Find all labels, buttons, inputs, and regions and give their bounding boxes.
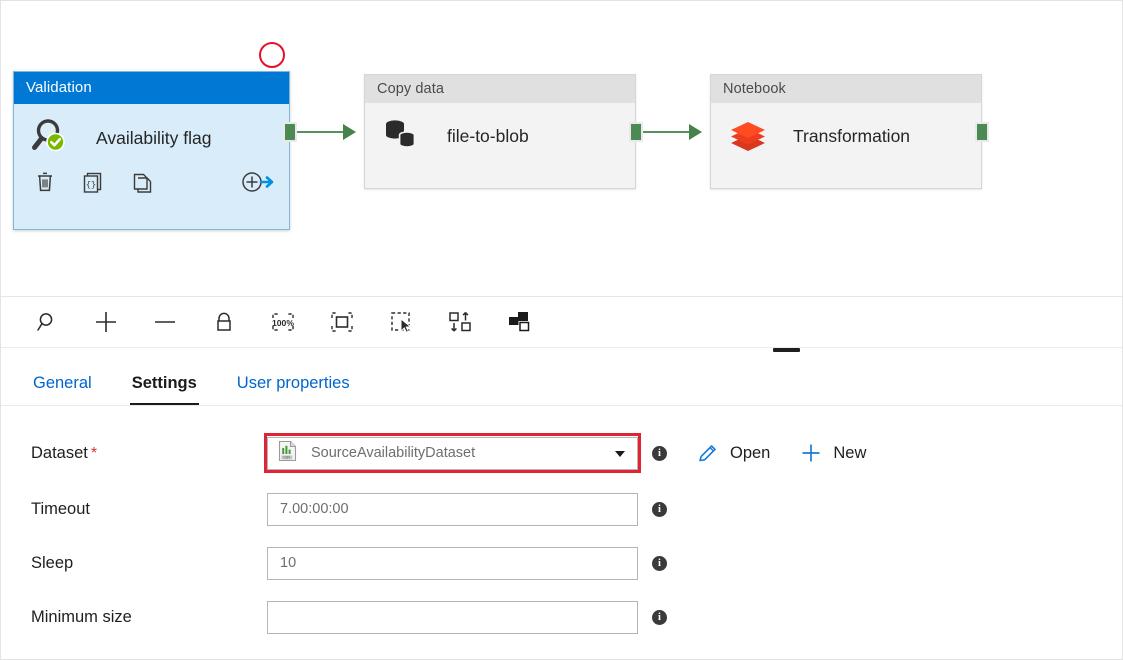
dataset-value: SourceAvailabilityDataset: [311, 445, 476, 461]
dataset-label: Dataset *: [31, 443, 98, 462]
node-type-label: Notebook: [711, 75, 981, 103]
node-body: file-to-blob: [365, 103, 635, 170]
sleep-input[interactable]: 10: [267, 546, 638, 580]
tab-user-properties[interactable]: User properties: [235, 374, 352, 405]
form-row-minimum-size: Minimum size i: [31, 600, 1122, 634]
zoom-search-icon[interactable]: [25, 302, 69, 342]
node-type-label: Copy data: [365, 75, 635, 103]
node-type-label: Validation: [14, 72, 289, 104]
form-row-timeout: Timeout 7.00:00:00 i: [31, 492, 1122, 526]
minimum-size-label: Minimum size: [31, 607, 132, 626]
timeout-input[interactable]: 7.00:00:00: [267, 492, 638, 526]
timeout-value: 7.00:00:00: [280, 501, 349, 517]
minimum-size-info-icon[interactable]: i: [652, 609, 667, 625]
node-name-label: file-to-blob: [447, 126, 529, 146]
pipeline-node-validation[interactable]: Validation Availability flag {}: [13, 71, 297, 230]
node-name-label: Transformation: [793, 126, 911, 146]
svg-text:100%: 100%: [272, 318, 294, 328]
dataset-dropdown[interactable]: CSV SourceAvailabilityDataset: [267, 436, 638, 470]
zoom-to-fit-icon[interactable]: [320, 302, 364, 342]
plus-icon: [802, 444, 820, 462]
timeout-label: Timeout: [31, 499, 90, 518]
pipeline-canvas[interactable]: Validation Availability flag {} Copy dat…: [1, 1, 1122, 297]
connector-arrow-1: [343, 124, 356, 140]
pipeline-editor: Validation Availability flag {} Copy dat…: [0, 0, 1123, 660]
connector-validation-to-copy: [297, 131, 345, 133]
pipeline-node-notebook[interactable]: Notebook Transformation: [710, 74, 989, 189]
pencil-icon: [699, 445, 716, 462]
tab-general[interactable]: General: [31, 374, 94, 405]
settings-form: Dataset* CSV SourceAvailabilityDataset: [1, 406, 1122, 659]
code-activity-icon[interactable]: {}: [76, 167, 110, 197]
sleep-label: Sleep: [31, 553, 74, 572]
node-body: Availability flag: [14, 104, 289, 165]
form-row-sleep: Sleep 10 i: [31, 546, 1122, 580]
sleep-info-icon[interactable]: i: [652, 555, 667, 571]
zoom-100-percent-icon[interactable]: 100%: [261, 302, 305, 342]
csv-dataset-icon: CSV: [278, 440, 297, 466]
zoom-out-icon[interactable]: [143, 302, 187, 342]
splitter-grip[interactable]: [773, 348, 800, 352]
connector-copy-to-notebook: [643, 131, 691, 133]
open-label: Open: [730, 443, 771, 462]
pipeline-node-copy-data[interactable]: Copy data file-to-blob: [364, 74, 643, 189]
canvas-toolbar: 100%: [1, 297, 1122, 348]
new-label: New: [833, 443, 867, 462]
copy-data-icon: [381, 113, 425, 160]
node-output-port[interactable]: [629, 122, 643, 142]
minimum-size-input[interactable]: [267, 600, 638, 634]
timeout-info-icon[interactable]: i: [652, 501, 667, 517]
clone-activity-icon[interactable]: [124, 167, 158, 197]
node-output-port[interactable]: [283, 122, 297, 142]
lock-icon[interactable]: [202, 302, 246, 342]
add-output-icon[interactable]: [241, 167, 275, 197]
dataset-info-icon[interactable]: i: [652, 445, 667, 461]
magnifier-check-icon: [30, 116, 74, 161]
chevron-down-icon[interactable]: [615, 451, 625, 457]
node-body: Transformation: [711, 103, 981, 170]
marquee-select-icon[interactable]: [379, 302, 423, 342]
svg-text:{}: {}: [86, 180, 96, 190]
node-name-label: Availability flag: [96, 128, 212, 148]
delete-activity-icon[interactable]: [28, 167, 62, 197]
panel-splitter[interactable]: [1, 345, 1122, 353]
zoom-in-icon[interactable]: [84, 302, 128, 342]
form-row-dataset: Dataset* CSV SourceAvailabilityDataset: [31, 433, 1122, 473]
node-action-bar: {}: [14, 165, 289, 205]
node-output-port[interactable]: [975, 122, 989, 142]
tab-settings[interactable]: Settings: [129, 374, 199, 405]
arrange-order-icon[interactable]: [497, 302, 541, 342]
svg-text:CSV: CSV: [283, 456, 291, 460]
new-dataset-button[interactable]: New: [800, 442, 866, 464]
auto-align-icon[interactable]: [438, 302, 482, 342]
open-dataset-button[interactable]: Open: [697, 442, 770, 464]
connector-arrow-2: [689, 124, 702, 140]
required-marker: *: [90, 444, 98, 462]
properties-tabs: General Settings User properties: [1, 353, 1122, 406]
sleep-value: 10: [280, 555, 297, 571]
databricks-notebook-icon: [727, 113, 771, 160]
red-circle-annotation: [259, 42, 285, 68]
